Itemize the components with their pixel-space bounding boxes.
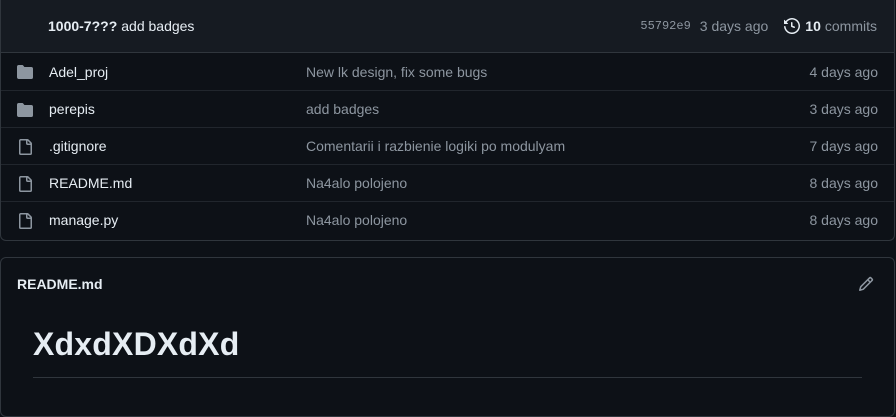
latest-commit-bar: 1000-7??? add badges 55792e9 3 days ago … <box>1 0 894 53</box>
file-name-link[interactable]: .gitignore <box>49 138 107 154</box>
commits-label: commits <box>824 18 877 34</box>
file-age: 4 days ago <box>809 63 879 80</box>
readme-filename[interactable]: README.md <box>17 276 103 292</box>
file-row[interactable]: perepis add badges 3 days ago <box>1 90 894 127</box>
file-commit-link[interactable]: Comentarii i razbienie logiki po modulya… <box>306 138 565 154</box>
file-age: 7 days ago <box>809 138 879 154</box>
file-age: 8 days ago <box>809 212 879 228</box>
history-icon <box>784 18 801 34</box>
file-list: 1000-7??? add badges 55792e9 3 days ago … <box>0 0 895 241</box>
commit-author-link[interactable]: 1000-7??? <box>48 18 117 34</box>
file-rows: Adel_proj New lk design, fix some bugs 4 d… <box>1 53 894 238</box>
file-name-link[interactable]: manage.py <box>49 212 118 228</box>
file-name-link[interactable]: perepis <box>49 101 95 117</box>
readme-content: XdxdXDXdXd <box>1 310 894 378</box>
file-commit-link[interactable]: New lk design, fix some bugs <box>306 64 487 80</box>
file-commit-link[interactable]: Na4alo polojeno <box>306 212 407 228</box>
file-age: 8 days ago <box>809 175 879 191</box>
pencil-icon <box>858 276 874 292</box>
commit-meta: 55792e9 3 days ago 10 commits <box>640 18 877 34</box>
commit-message-link[interactable]: add badges <box>121 18 194 34</box>
file-icon <box>19 213 32 229</box>
file-row[interactable]: .gitignore Comentarii i razbienie logiki … <box>1 127 894 164</box>
file-name-link[interactable]: README.md <box>49 175 132 191</box>
file-icon <box>19 176 32 192</box>
readme-panel: README.md XdxdXDXdXd <box>0 257 895 417</box>
file-row[interactable]: README.md Na4alo polojeno 8 days ago <box>1 164 894 201</box>
file-row[interactable]: Adel_proj New lk design, fix some bugs 4 d… <box>1 53 894 90</box>
folder-icon <box>17 103 33 117</box>
commit-age: 3 days ago <box>699 18 769 34</box>
file-row[interactable]: manage.py Na4alo polojeno 8 days ago <box>1 201 894 238</box>
file-commit-link[interactable]: add badges <box>306 101 379 117</box>
file-name-link[interactable]: Adel_proj <box>49 64 108 80</box>
file-icon <box>19 139 32 155</box>
readme-header: README.md <box>1 258 894 310</box>
commit-sha-link[interactable]: 55792e9 <box>640 19 690 33</box>
commits-history-link[interactable]: 10 commits <box>784 18 877 34</box>
edit-readme-button[interactable] <box>854 272 878 296</box>
file-age: 3 days ago <box>809 101 879 117</box>
commit-count: 10 <box>805 18 821 34</box>
file-commit-link[interactable]: Na4alo polojeno <box>306 175 407 191</box>
folder-icon <box>17 65 33 79</box>
readme-heading: XdxdXDXdXd <box>33 326 862 378</box>
